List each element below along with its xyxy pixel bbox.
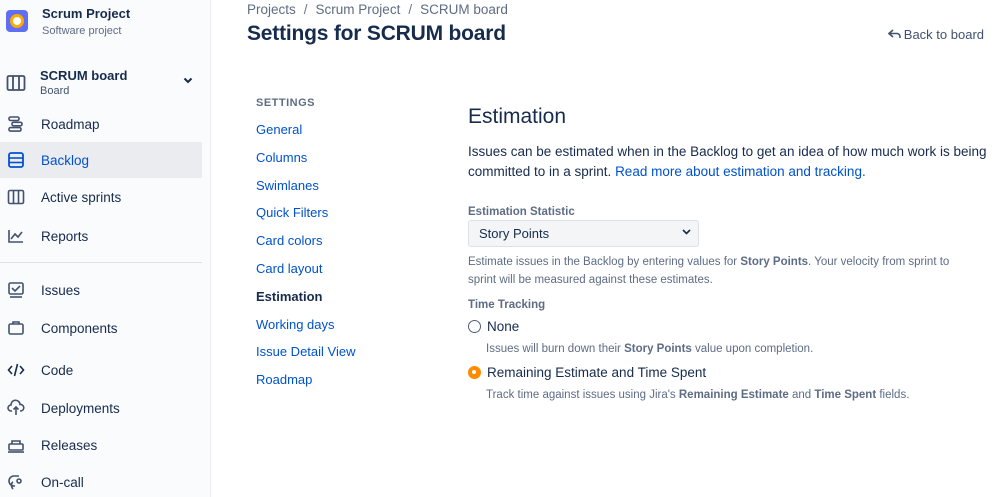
estimation-intro: Issues can be estimated when in the Back…	[468, 142, 993, 182]
settings-link-card-layout[interactable]: Card layout	[256, 259, 355, 287]
board-sublabel: Board	[40, 85, 70, 97]
sidebar-divider	[0, 262, 202, 263]
sidebar-item-releases[interactable]: Releases	[0, 427, 202, 463]
components-icon	[6, 318, 26, 338]
sidebar-item-reports[interactable]: Reports	[0, 218, 202, 254]
board-selector[interactable]: SCRUM board Board	[6, 66, 202, 100]
sidebar-item-roadmap[interactable]: Roadmap	[0, 106, 202, 142]
breadcrumb: Projects / Scrum Project / SCRUM board	[247, 2, 508, 17]
time-tracking-option-remaining[interactable]: Remaining Estimate and Time Spent	[468, 365, 706, 380]
breadcrumb-projects[interactable]: Projects	[247, 2, 296, 17]
sidebar-item-issues[interactable]: Issues	[0, 272, 202, 308]
board-icon	[6, 73, 26, 93]
radio-label: Remaining Estimate and Time Spent	[487, 365, 707, 380]
board-name: SCRUM board	[40, 68, 128, 83]
reports-icon	[6, 226, 26, 246]
page-title: Settings for SCRUM board	[247, 22, 506, 45]
sidebar-item-label: Code	[41, 362, 74, 378]
deployments-icon	[6, 398, 26, 418]
radio-button[interactable]	[468, 320, 481, 333]
project-type: Software project	[42, 25, 122, 37]
sidebar-item-label: Backlog	[41, 152, 90, 168]
settings-link-estimation[interactable]: Estimation	[256, 287, 355, 315]
sidebar-item-active-sprints[interactable]: Active sprints	[0, 179, 202, 215]
time-tracking-option-none[interactable]: None	[468, 319, 519, 334]
sidebar-item-backlog[interactable]: Backlog	[0, 142, 202, 178]
sidebar-item-deployments[interactable]: Deployments	[0, 390, 202, 426]
sidebar-item-label: Active sprints	[41, 189, 122, 205]
radio-label: None	[487, 319, 520, 334]
breadcrumb-separator: /	[303, 2, 308, 17]
sidebar-item-label: Roadmap	[41, 116, 100, 132]
time-tracking-label: Time Tracking	[468, 299, 546, 311]
settings-nav: General Columns Swimlanes Quick Filters …	[256, 120, 355, 398]
settings-heading: SETTINGS	[256, 97, 316, 109]
back-link-label: Back to board	[903, 27, 984, 42]
estimation-statistic-help: Estimate issues in the Backlog by enteri…	[468, 256, 950, 286]
chevron-down-icon[interactable]	[182, 74, 194, 89]
sidebar-item-label: Deployments	[41, 400, 120, 416]
sidebar-item-code[interactable]: Code	[0, 352, 202, 388]
backlog-icon	[6, 150, 26, 170]
read-more-link[interactable]: Read more about estimation and tracking.	[615, 164, 866, 179]
section-title: Estimation	[468, 105, 567, 128]
sidebar-item-label: Issues	[41, 282, 81, 298]
back-arrow-icon	[887, 27, 901, 42]
code-icon	[6, 360, 26, 380]
sprints-icon	[6, 187, 26, 207]
issues-icon	[6, 280, 26, 300]
sidebar-item-on-call[interactable]: On-call	[0, 464, 202, 497]
option-none-help: Issues will burn down their Story Points…	[486, 343, 814, 355]
settings-link-general[interactable]: General	[256, 120, 355, 148]
settings-link-quick-filters[interactable]: Quick Filters	[256, 203, 355, 231]
oncall-icon	[6, 472, 26, 492]
breadcrumb-project[interactable]: Scrum Project	[316, 2, 401, 17]
chevron-down-icon	[681, 226, 692, 240]
sidebar-item-label: Components	[41, 320, 118, 336]
settings-link-working-days[interactable]: Working days	[256, 315, 355, 343]
releases-icon	[6, 435, 26, 455]
roadmap-icon	[6, 114, 26, 134]
settings-link-roadmap[interactable]: Roadmap	[256, 370, 355, 398]
sidebar-item-label: Releases	[41, 437, 98, 453]
project-name: Scrum Project	[42, 6, 131, 21]
estimation-statistic-select[interactable]: Story Points	[468, 220, 699, 247]
breadcrumb-separator: /	[408, 2, 413, 17]
settings-link-issue-detail-view[interactable]: Issue Detail View	[256, 342, 355, 370]
radio-button-checked[interactable]	[468, 366, 481, 379]
settings-link-columns[interactable]: Columns	[256, 148, 355, 176]
sidebar-item-label: On-call	[41, 474, 84, 490]
settings-link-card-colors[interactable]: Card colors	[256, 231, 355, 259]
sidebar-item-label: Reports	[41, 228, 89, 244]
sidebar-item-components[interactable]: Components	[0, 310, 202, 346]
option-remaining-help: Track time against issues using Jira's R…	[486, 389, 910, 401]
project-avatar-icon	[6, 10, 28, 32]
estimation-statistic-label: Estimation Statistic	[468, 206, 575, 218]
breadcrumb-board[interactable]: SCRUM board	[420, 2, 508, 17]
project-sidebar: Scrum Project Software project SCRUM boa…	[0, 0, 211, 497]
back-to-board-link[interactable]: Back to board	[887, 27, 984, 42]
select-value: Story Points	[479, 226, 550, 241]
project-header[interactable]: Scrum Project Software project	[6, 6, 130, 39]
settings-link-swimlanes[interactable]: Swimlanes	[256, 176, 355, 204]
